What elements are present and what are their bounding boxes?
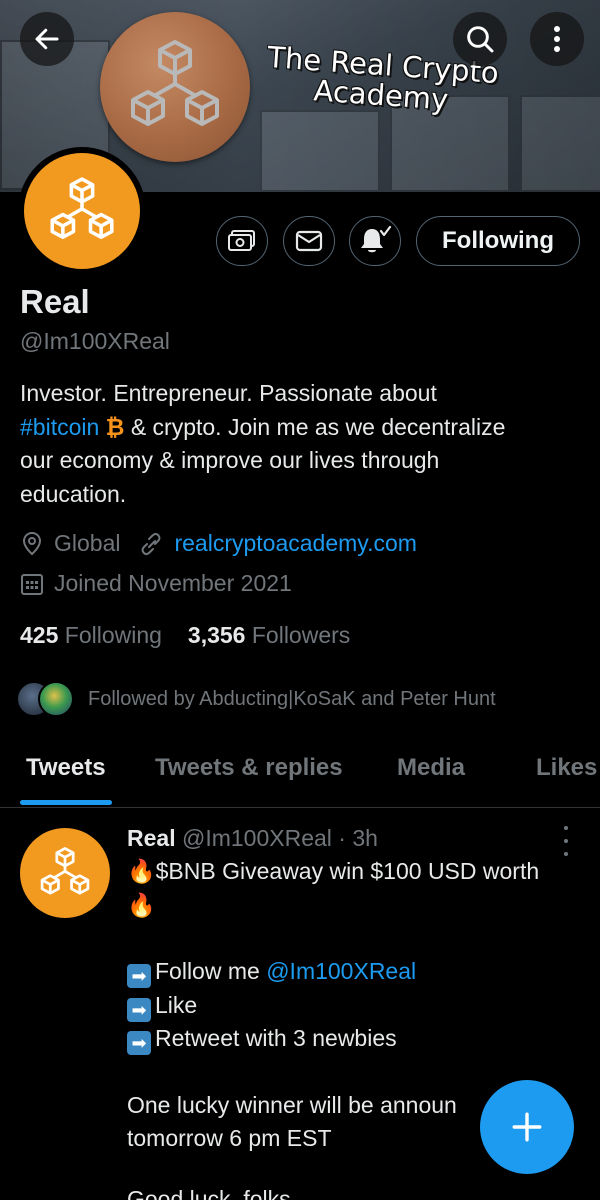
hashtag-link[interactable]: #bitcoin [20,414,99,440]
tweet-time: 3h [352,825,378,851]
profile-avatar[interactable] [18,147,146,275]
banner-logo [100,12,250,162]
back-button[interactable] [20,12,74,66]
arrow-right-icon: ➡ [127,998,151,1022]
profile-tabs: Tweets Tweets & replies Media Likes [0,740,600,808]
profile-location: Global [54,530,121,556]
calendar-icon [21,573,43,595]
tweet-avatar[interactable] [20,828,110,918]
tab-media[interactable]: Media [397,754,465,782]
fire-icon: 🔥 [127,858,156,884]
profile-handle: @Im100XReal [20,328,170,354]
profile-stats: 425 Following 3,356 Followers [20,622,350,649]
cubes-logo-icon [50,177,114,240]
followers-stat[interactable]: 3,356 Followers [188,622,350,649]
arrow-right-icon: ➡ [127,964,151,988]
tweet-line: ➡ Like [127,992,197,1022]
more-vertical-icon [554,26,560,52]
tab-tweets[interactable]: Tweets [26,754,106,782]
profile-website-link[interactable]: realcryptoacademy.com [174,530,416,557]
message-button[interactable] [283,216,335,266]
tweet-author[interactable]: Real [127,825,176,851]
profile-bio: Investor. Entrepreneur. Passionate about… [20,380,506,507]
active-tab-indicator [20,800,112,805]
tweet-handle: @Im100XReal [181,825,332,851]
money-icon [228,230,255,251]
profile-joined: Joined November 2021 [54,570,292,596]
notifications-button[interactable] [349,216,401,266]
profile-name: Real [20,283,90,320]
link-icon [141,532,161,555]
mention-link[interactable]: @Im100XReal [266,958,416,984]
arrow-left-icon [35,28,59,50]
compose-tweet-button[interactable] [480,1080,574,1174]
location-pin-icon [22,531,42,555]
tweet-line: 🔥 [127,892,156,919]
search-icon [467,26,494,53]
followed-by-text: Followed by Abducting|KoSaK and Peter Hu… [88,687,496,710]
avatar [38,681,74,717]
tab-tweets-replies[interactable]: Tweets & replies [155,754,343,782]
bitcoin-icon: ₿ [105,413,125,440]
following-stat[interactable]: 425 Following [20,622,162,649]
more-options-button[interactable] [530,12,584,66]
tab-likes[interactable]: Likes [536,754,597,782]
tweet-header: Real @Im100XReal · 3h [127,825,378,851]
tip-button[interactable] [216,216,268,266]
profile-meta-row: Global realcryptoacademy.com [20,530,417,557]
plus-icon [512,1112,542,1142]
cubes-logo-icon [40,847,90,895]
arrow-right-icon: ➡ [127,1031,151,1055]
cubes-logo-icon [131,40,219,126]
bell-check-icon [361,225,392,253]
tweet-more-button[interactable] [556,826,576,856]
mail-icon [295,230,323,252]
tweet-line: One lucky winner will be announ [127,1092,457,1118]
followed-by-row[interactable]: Followed by Abducting|KoSaK and Peter Hu… [16,681,496,717]
following-button[interactable]: Following [416,216,580,266]
tweet-line: tomorrow 6 pm EST [127,1125,332,1151]
tweet-line: ➡ Follow me @Im100XReal [127,958,416,988]
search-button[interactable] [453,12,507,66]
tweet-line: 🔥$BNB Giveaway win $100 USD worth [127,858,540,884]
tweet-line: ➡ Retweet with 3 newbies [127,1025,397,1055]
profile-joined-row: Joined November 2021 [20,570,292,597]
fire-icon: 🔥 [127,892,156,918]
tweet-line: Good luck, folks [127,1186,291,1200]
